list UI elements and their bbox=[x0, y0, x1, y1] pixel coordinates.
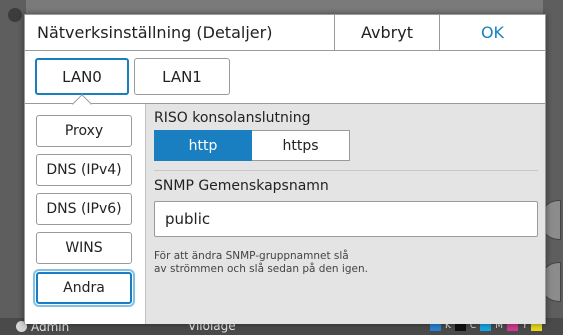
snmp-community-field[interactable]: public bbox=[154, 201, 538, 237]
snmp-community-label: SNMP Gemenskapsnamn bbox=[154, 178, 329, 194]
sidebar-item-wins[interactable]: WINS bbox=[36, 232, 132, 264]
snmp-note: För att ändra SNMP-gruppnamnet slå av st… bbox=[154, 250, 484, 276]
network-settings-dialog: Nätverksinställning (Detaljer) Avbryt OK… bbox=[24, 14, 546, 324]
sidebar-item-proxy[interactable]: Proxy bbox=[36, 115, 132, 147]
settings-panel: RISO konsolanslutning http https SNMP Ge… bbox=[145, 104, 545, 324]
background-left-strip bbox=[0, 0, 26, 335]
background-gear-icon bbox=[8, 8, 22, 22]
riso-connection-label: RISO konsolanslutning bbox=[154, 110, 311, 126]
dialog-titlebar: Nätverksinställning (Detaljer) Avbryt OK bbox=[25, 15, 545, 51]
tab-divider bbox=[25, 103, 545, 104]
http-option-button[interactable]: http bbox=[154, 130, 252, 161]
ok-button[interactable]: OK bbox=[439, 15, 545, 50]
lan-tab-bar: LAN0 LAN1 bbox=[25, 51, 545, 109]
tab-lan0[interactable]: LAN0 bbox=[35, 58, 129, 95]
sidebar-item-dns-ipv4[interactable]: DNS (IPv4) bbox=[36, 154, 132, 186]
dialog-title: Nätverksinställning (Detaljer) bbox=[37, 23, 273, 42]
tab-lan1[interactable]: LAN1 bbox=[134, 58, 230, 95]
category-sidebar: Proxy DNS (IPv4) DNS (IPv6) WINS Andra bbox=[25, 104, 145, 324]
section-divider bbox=[154, 170, 538, 171]
snmp-note-line1: För att ändra SNMP-gruppnamnet slå bbox=[154, 250, 349, 262]
sidebar-item-andra[interactable]: Andra bbox=[33, 269, 135, 307]
sidebar-item-dns-ipv6[interactable]: DNS (IPv6) bbox=[36, 193, 132, 225]
snmp-note-line2: av strömmen och slå sedan på den igen. bbox=[154, 263, 368, 275]
riso-connection-toggle: http https bbox=[154, 130, 350, 161]
https-option-button[interactable]: https bbox=[252, 130, 350, 161]
cancel-button[interactable]: Avbryt bbox=[334, 15, 439, 50]
